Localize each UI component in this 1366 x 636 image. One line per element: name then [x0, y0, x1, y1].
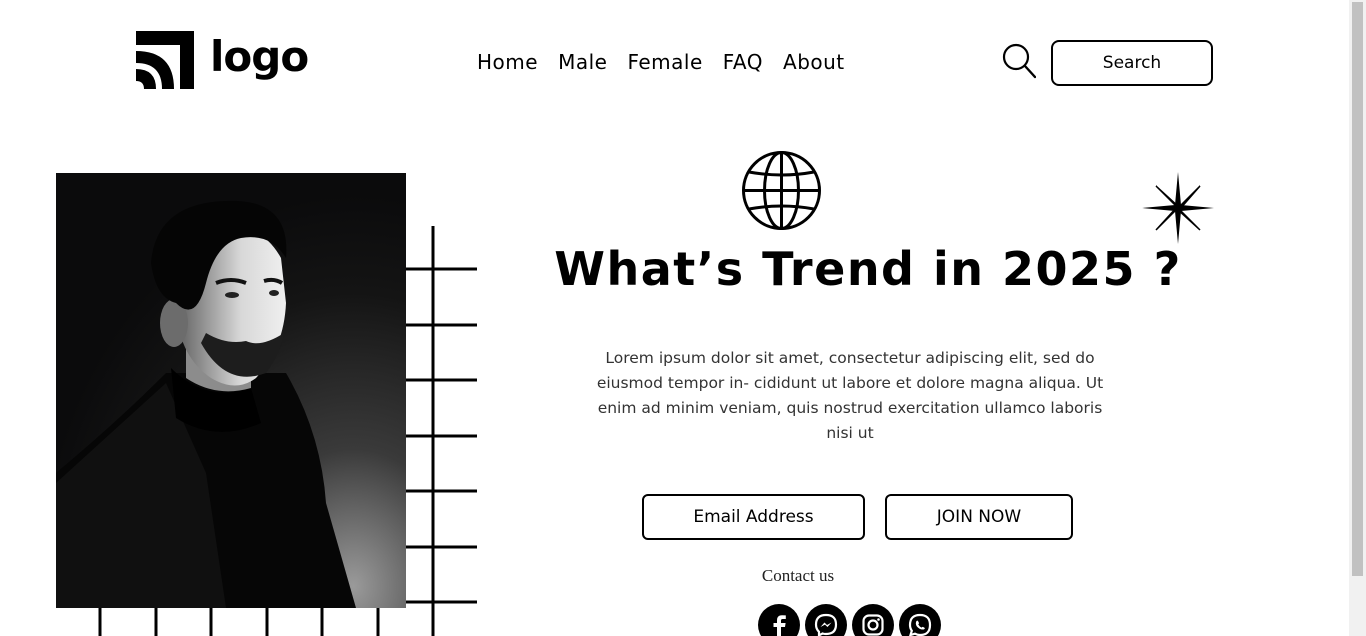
- nav-item-male[interactable]: Male: [558, 50, 607, 74]
- instagram-icon[interactable]: [852, 604, 894, 636]
- logo-mark-icon: [136, 31, 194, 89]
- hero-body: Lorem ipsum dolor sit amet, consectetur …: [596, 349, 1104, 442]
- scrollbar[interactable]: [1349, 0, 1366, 636]
- main-nav: Home Male Female FAQ About: [477, 50, 865, 74]
- search-button[interactable]: Search: [1051, 40, 1213, 86]
- nav-item-about[interactable]: About: [783, 50, 845, 74]
- nav-item-faq[interactable]: FAQ: [723, 50, 763, 74]
- hero-title: What’s Trend in 2025 ?: [554, 242, 1182, 296]
- facebook-icon[interactable]: [758, 604, 800, 636]
- globe-icon: [742, 151, 821, 230]
- messenger-icon[interactable]: [805, 604, 847, 636]
- logo-text: logo: [210, 32, 309, 81]
- sparkle-icon: [1142, 172, 1214, 244]
- join-now-button[interactable]: JOIN NOW: [885, 494, 1073, 540]
- scrollbar-thumb[interactable]: [1352, 2, 1363, 576]
- email-field[interactable]: [642, 494, 865, 540]
- whatsapp-icon[interactable]: [899, 604, 941, 636]
- nav-item-female[interactable]: Female: [627, 50, 702, 74]
- nav-item-home[interactable]: Home: [477, 50, 538, 74]
- model-photo: [56, 173, 406, 608]
- contact-title: Contact us: [761, 566, 835, 585]
- logo[interactable]: logo: [136, 31, 309, 89]
- search-icon[interactable]: [1002, 43, 1036, 79]
